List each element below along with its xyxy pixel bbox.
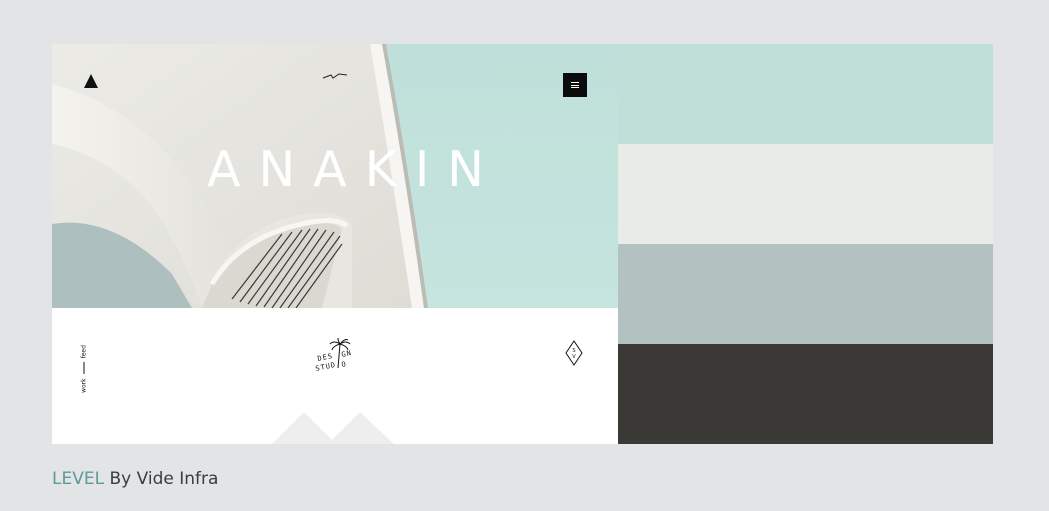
palm-tree-icon: DES GN STUD O <box>315 338 353 373</box>
decorative-shapes <box>272 412 394 444</box>
template-preview[interactable]: ANAKIN work feed DES GN STUD O S V <box>52 44 618 444</box>
nav-divider <box>83 362 85 375</box>
triangle-logo-icon[interactable] <box>83 73 99 89</box>
svg-text:O: O <box>341 360 347 369</box>
color-palette <box>618 44 993 444</box>
diamond-badge-icon[interactable]: S V <box>565 340 583 366</box>
color-swatch-1 <box>618 44 993 144</box>
hero-title: ANAKIN <box>207 141 502 198</box>
nav-item-feed[interactable]: feed <box>81 345 88 358</box>
footer-band: work feed DES GN STUD O S V <box>52 308 618 444</box>
svg-text:V: V <box>572 354 576 360</box>
template-card[interactable]: ANAKIN work feed DES GN STUD O S V <box>52 44 993 444</box>
hero-section: ANAKIN <box>52 44 618 308</box>
svg-text:GN: GN <box>341 349 353 359</box>
color-swatch-4 <box>618 344 993 444</box>
nav-item-work[interactable]: work <box>81 378 88 393</box>
hamburger-menu-icon[interactable] <box>563 73 587 97</box>
caption[interactable]: LEVEL By Vide Infra <box>52 469 218 489</box>
caption-highlight[interactable]: LEVEL <box>52 469 104 489</box>
signature-squiggle-icon <box>322 73 348 79</box>
side-nav: work feed <box>74 342 94 396</box>
color-swatch-2 <box>618 144 993 244</box>
caption-author: By Vide Infra <box>104 469 219 489</box>
color-swatch-3 <box>618 244 993 344</box>
